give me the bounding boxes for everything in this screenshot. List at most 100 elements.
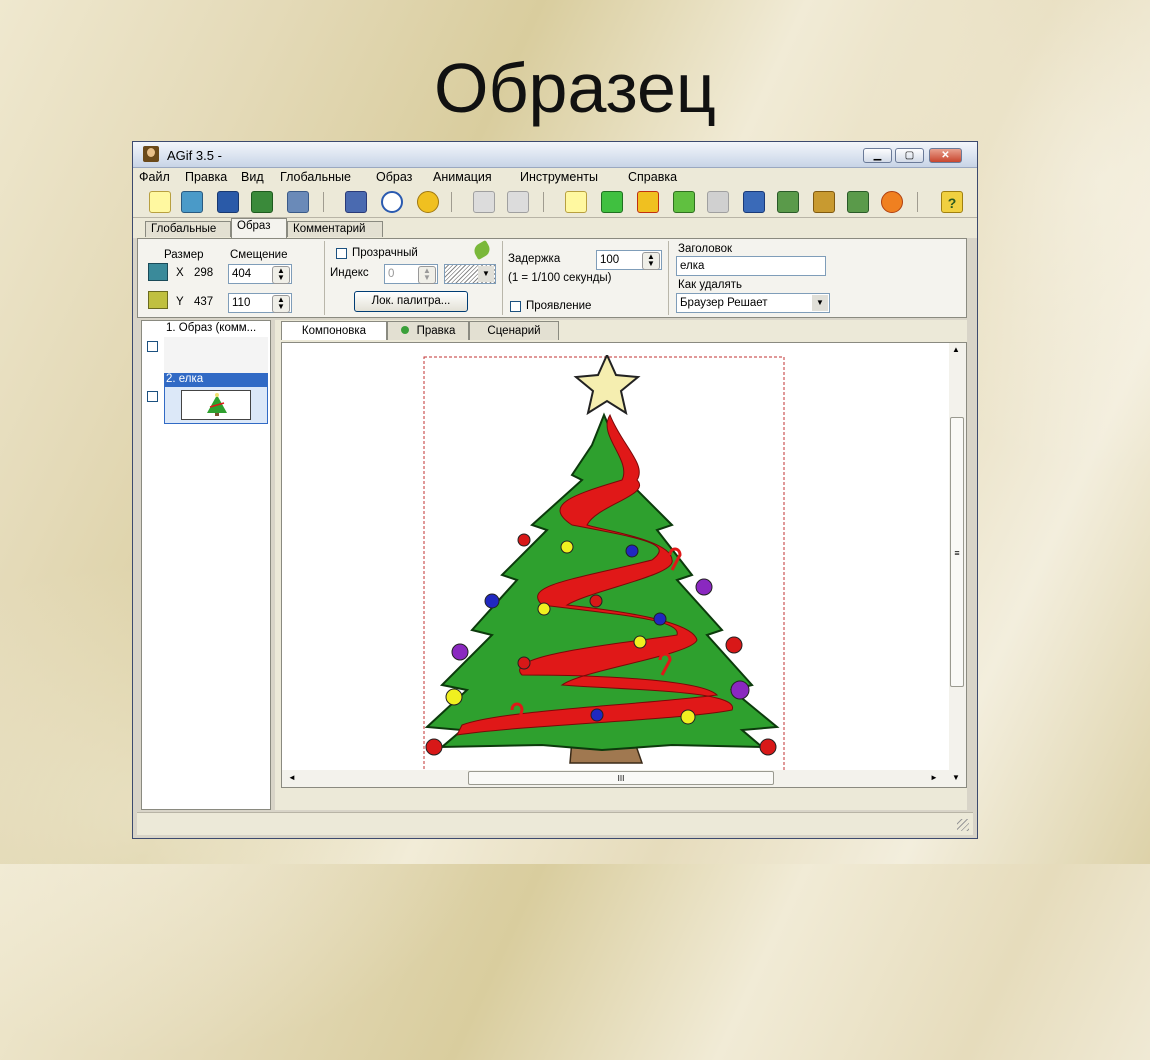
frame-checkbox[interactable] [147,341,158,352]
x-offset-spinner[interactable]: 404 ▲ ▼ [228,264,292,284]
frame-thumbnail[interactable] [164,386,268,424]
delete-icon[interactable] [637,191,659,213]
vertical-scroll-thumb[interactable]: ≡ [950,417,964,687]
refresh-icon[interactable] [381,191,403,213]
vertical-scrollbar[interactable]: ▲ ≡ ▼ [949,343,966,787]
menu-image[interactable]: Образ [376,170,412,184]
tab-image[interactable]: Образ [231,218,287,238]
horizontal-scroll-thumb[interactable]: III [468,771,774,785]
burst-icon[interactable] [881,191,903,213]
height-value: 437 [194,296,214,308]
y-label: Y [176,296,184,308]
x-label: X [176,267,184,279]
duplicate-icon[interactable] [777,191,799,213]
slide-title: Образец [434,49,716,127]
tree-ornament [451,643,469,661]
index-spinner[interactable]: 0 ▲ ▼ [384,264,438,284]
caption-input[interactable]: елка [676,256,826,276]
agif-window: AGif 3.5 - ▁ ▢ ✕ Файл Правка Вид Глобаль… [132,141,978,839]
title-bar[interactable]: AGif 3.5 - ▁ ▢ ✕ [133,142,977,168]
tree-ornament [695,578,713,596]
disposal-select[interactable]: Браузер Решает ▼ [676,293,830,313]
menu-help[interactable]: Справка [628,170,677,184]
tree-ornament [633,635,647,649]
export-icon[interactable] [217,191,239,213]
smiley-icon[interactable] [417,191,439,213]
eyedropper-icon[interactable] [471,239,493,261]
chevron-down-icon[interactable]: ▼ [478,266,494,282]
spinner-arrows-icon[interactable]: ▲ ▼ [418,266,436,284]
tab-edit-label: Правка [416,325,456,337]
y-offset-value: 110 [232,297,251,309]
toolbar-separator [917,192,918,212]
transparent-checkbox[interactable] [336,248,347,259]
menu-tools[interactable]: Инструменты [520,170,598,184]
tab-comment[interactable]: Комментарий [287,221,383,237]
position-icon [148,291,168,309]
tab-edit[interactable]: Правка [387,321,469,340]
tree-ornament [759,738,777,756]
load-icon[interactable] [345,191,367,213]
delay-label: Задержка [508,253,561,265]
menu-edit[interactable]: Правка [185,170,227,184]
add-frame-icon[interactable] [565,191,587,213]
frame-checkbox[interactable] [147,391,158,402]
save-icon[interactable] [251,191,273,213]
open-icon[interactable] [181,191,203,213]
image-properties-panel: Размер Смещение X 298 404 ▲ ▼ Y 437 110 ▲… [137,238,967,318]
frame-item-label[interactable]: 1. Образ (комм... [164,321,272,336]
tree-ornament [560,540,574,554]
new-icon[interactable] [149,191,171,213]
toolbar-separator [543,192,544,212]
scroll-up-icon[interactable]: ▲ [952,345,960,354]
image-icon[interactable] [743,191,765,213]
scroll-down-icon[interactable]: ▼ [952,773,960,782]
tree-ornament [590,708,604,722]
menu-global[interactable]: Глобальные [280,170,351,184]
film-icon[interactable] [813,191,835,213]
tab-script[interactable]: Сценарий [469,321,559,340]
move-down-icon[interactable] [707,191,729,213]
save-as-icon[interactable] [287,191,309,213]
frame-item-label[interactable]: 2. елка [164,373,268,386]
menu-view[interactable]: Вид [241,170,264,184]
spinner-arrows-icon[interactable]: ▲ ▼ [272,266,290,284]
spinner-arrows-icon[interactable]: ▲ ▼ [272,295,290,313]
local-palette-button[interactable]: Лок. палитра... [354,291,468,312]
menu-file[interactable]: Файл [139,170,170,184]
menu-animation[interactable]: Анимация [433,170,492,184]
panel-separator [324,241,325,315]
optimize-icon[interactable] [847,191,869,213]
resize-grip-icon[interactable] [957,819,969,831]
help-icon[interactable]: ? [941,191,963,213]
offset-label: Смещение [230,249,288,261]
y-offset-spinner[interactable]: 110 ▲ ▼ [228,293,292,313]
tab-layout[interactable]: Компоновка [281,321,387,340]
transparent-color-picker[interactable]: ▼ [444,264,496,284]
chevron-down-icon[interactable]: ▼ [812,295,828,311]
tree-ornament [589,594,603,608]
tree-ornament [517,656,531,670]
disposal-value: Браузер Решает [680,297,768,309]
tab-global[interactable]: Глобальные [145,221,231,237]
undo-icon[interactable] [473,191,495,213]
panel-separator [502,241,503,315]
frame-thumbnail[interactable] [164,337,268,373]
move-up-icon[interactable] [673,191,695,213]
plus-icon[interactable] [601,191,623,213]
editor-area: Компоновка Правка Сценарий ▲ ≡ ▼ ◄ III ► [275,320,967,810]
delay-spinner[interactable]: 100 ▲ ▼ [596,250,662,270]
tree-ornament [730,680,750,700]
maximize-button[interactable]: ▢ [895,148,924,163]
size-icon [148,263,168,281]
interlace-checkbox[interactable] [510,301,521,312]
horizontal-scrollbar[interactable]: ◄ III ► [282,770,949,787]
scroll-left-icon[interactable]: ◄ [288,773,296,782]
scroll-right-icon[interactable]: ► [930,773,938,782]
image-canvas[interactable]: ▲ ≡ ▼ ◄ III ► [281,342,967,788]
close-button[interactable]: ✕ [929,148,962,163]
redo-icon[interactable] [507,191,529,213]
disposal-label: Как удалять [678,279,742,291]
spinner-arrows-icon[interactable]: ▲ ▼ [642,252,660,270]
minimize-button[interactable]: ▁ [863,148,892,163]
